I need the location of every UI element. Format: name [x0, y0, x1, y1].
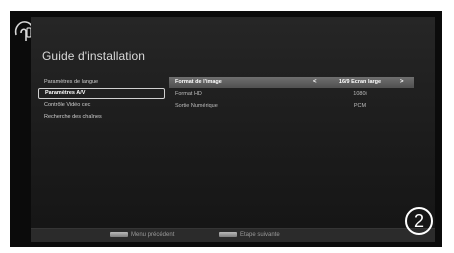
setting-label: Format HD: [175, 91, 202, 97]
menu-item-language[interactable]: Paramètres de langue: [38, 77, 165, 88]
green-key-icon: [219, 232, 237, 237]
menu-item-label: Paramètres de langue: [44, 79, 99, 85]
red-key-icon: [110, 232, 128, 237]
setting-label: Format de l'image: [175, 79, 222, 85]
tv-screen: Guide d'installation Paramètres de langu…: [10, 11, 442, 247]
menu-item-av[interactable]: Paramètres A/V: [38, 88, 165, 99]
step-number-badge: 2: [405, 207, 433, 235]
menu-item-cec[interactable]: Contrôle Vidéo cec: [38, 100, 165, 111]
setting-row-aspect-ratio[interactable]: Format de l'image < 16/9 Ecran large >: [169, 77, 414, 88]
setting-row-hd-format[interactable]: Format HD 1080i: [169, 89, 414, 100]
setting-row-digital-output[interactable]: Sortie Numérique PCM: [169, 101, 414, 112]
page-title: Guide d'installation: [42, 49, 146, 63]
previous-menu-label: Menu précédent: [131, 232, 175, 239]
menu-item-channel-search[interactable]: Recherche des chaînes: [38, 112, 165, 123]
right-arrow-icon[interactable]: >: [400, 77, 404, 88]
footer-bar: Menu précédent Etape suivante: [31, 228, 435, 242]
menu-item-label: Recherche des chaînes: [44, 114, 102, 120]
menu-item-label: Contrôle Vidéo cec: [44, 102, 91, 108]
left-arrow-icon[interactable]: <: [313, 77, 317, 88]
setting-value: PCM: [353, 103, 367, 109]
setting-value: 16/9 Ecran large: [338, 79, 382, 85]
step-number: 2: [413, 211, 424, 231]
next-step-hint[interactable]: Etape suivante: [219, 232, 280, 239]
previous-menu-hint[interactable]: Menu précédent: [110, 232, 174, 239]
installation-panel: Guide d'installation Paramètres de langu…: [31, 17, 435, 242]
setting-label: Sortie Numérique: [175, 103, 218, 109]
next-step-label: Etape suivante: [240, 232, 280, 239]
setting-value: 1080i: [353, 91, 367, 97]
menu-item-label: Paramètres A/V: [45, 90, 86, 96]
